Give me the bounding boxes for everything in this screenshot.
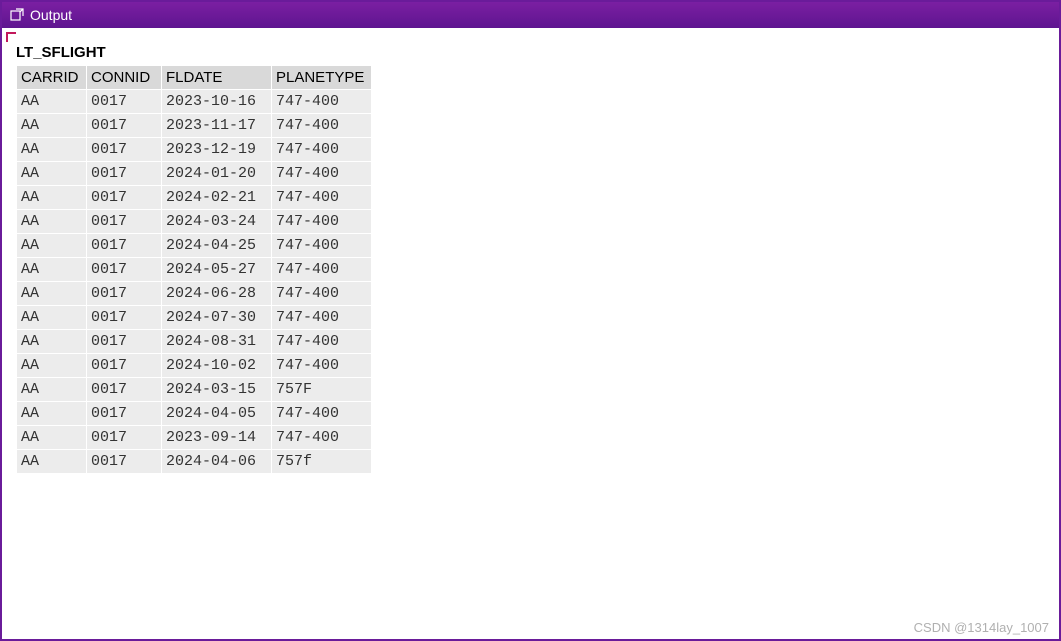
cell-carrid: AA (17, 306, 87, 330)
cell-carrid: AA (17, 450, 87, 474)
cell-fldate: 2024-02-21 (162, 186, 272, 210)
cell-carrid: AA (17, 138, 87, 162)
cell-carrid: AA (17, 90, 87, 114)
table-row[interactable]: AA00172024-02-21747-400 (17, 186, 372, 210)
cell-connid: 0017 (87, 378, 162, 402)
table-header-row: CARRID CONNID FLDATE PLANETYPE (17, 66, 372, 90)
table-row[interactable]: AA00172023-11-17747-400 (17, 114, 372, 138)
cell-connid: 0017 (87, 258, 162, 282)
cell-fldate: 2024-01-20 (162, 162, 272, 186)
cell-carrid: AA (17, 330, 87, 354)
cell-carrid: AA (17, 186, 87, 210)
cell-fldate: 2024-05-27 (162, 258, 272, 282)
cell-carrid: AA (17, 258, 87, 282)
cell-planetype: 747-400 (272, 234, 372, 258)
cell-fldate: 2024-03-24 (162, 210, 272, 234)
cell-planetype: 757f (272, 450, 372, 474)
cell-planetype: 747-400 (272, 354, 372, 378)
cell-carrid: AA (17, 162, 87, 186)
sflight-table: CARRID CONNID FLDATE PLANETYPE AA0017202… (16, 65, 372, 474)
cell-planetype: 747-400 (272, 402, 372, 426)
cell-connid: 0017 (87, 162, 162, 186)
window-title: Output (30, 7, 72, 23)
output-icon (10, 8, 24, 22)
cell-planetype: 747-400 (272, 90, 372, 114)
cell-connid: 0017 (87, 354, 162, 378)
table-row[interactable]: AA00172024-04-06757f (17, 450, 372, 474)
cell-carrid: AA (17, 354, 87, 378)
cell-connid: 0017 (87, 282, 162, 306)
table-row[interactable]: AA00172024-07-30747-400 (17, 306, 372, 330)
column-header-planetype[interactable]: PLANETYPE (272, 66, 372, 90)
output-window: Output LT_SFLIGHT CARRID CONNID FLDATE P… (0, 0, 1061, 641)
table-row[interactable]: AA00172024-03-24747-400 (17, 210, 372, 234)
column-header-carrid[interactable]: CARRID (17, 66, 87, 90)
cell-carrid: AA (17, 402, 87, 426)
cell-planetype: 747-400 (272, 306, 372, 330)
corner-mark-icon (6, 32, 16, 42)
table-row[interactable]: AA00172024-01-20747-400 (17, 162, 372, 186)
cell-connid: 0017 (87, 330, 162, 354)
content-area: LT_SFLIGHT CARRID CONNID FLDATE PLANETYP… (2, 28, 1059, 639)
cell-connid: 0017 (87, 186, 162, 210)
table-row[interactable]: AA00172023-10-16747-400 (17, 90, 372, 114)
cell-connid: 0017 (87, 114, 162, 138)
cell-fldate: 2024-03-15 (162, 378, 272, 402)
cell-connid: 0017 (87, 234, 162, 258)
table-row[interactable]: AA00172024-04-05747-400 (17, 402, 372, 426)
cell-carrid: AA (17, 114, 87, 138)
cell-planetype: 747-400 (272, 426, 372, 450)
watermark-text: CSDN @1314lay_1007 (914, 620, 1049, 635)
cell-fldate: 2024-10-02 (162, 354, 272, 378)
table-row[interactable]: AA00172024-08-31747-400 (17, 330, 372, 354)
column-header-fldate[interactable]: FLDATE (162, 66, 272, 90)
cell-connid: 0017 (87, 90, 162, 114)
cell-connid: 0017 (87, 426, 162, 450)
table-row[interactable]: AA00172024-03-15757F (17, 378, 372, 402)
cell-fldate: 2024-06-28 (162, 282, 272, 306)
table-row[interactable]: AA00172024-06-28747-400 (17, 282, 372, 306)
cell-fldate: 2023-09-14 (162, 426, 272, 450)
cell-carrid: AA (17, 210, 87, 234)
cell-connid: 0017 (87, 402, 162, 426)
cell-fldate: 2023-11-17 (162, 114, 272, 138)
cell-fldate: 2024-08-31 (162, 330, 272, 354)
table-row[interactable]: AA00172024-10-02747-400 (17, 354, 372, 378)
cell-fldate: 2024-04-05 (162, 402, 272, 426)
cell-connid: 0017 (87, 306, 162, 330)
cell-connid: 0017 (87, 138, 162, 162)
cell-planetype: 757F (272, 378, 372, 402)
cell-planetype: 747-400 (272, 162, 372, 186)
cell-fldate: 2024-07-30 (162, 306, 272, 330)
titlebar: Output (2, 2, 1059, 28)
cell-planetype: 747-400 (272, 282, 372, 306)
cell-fldate: 2024-04-25 (162, 234, 272, 258)
cell-carrid: AA (17, 426, 87, 450)
cell-planetype: 747-400 (272, 210, 372, 234)
cell-fldate: 2023-12-19 (162, 138, 272, 162)
cell-connid: 0017 (87, 450, 162, 474)
cell-planetype: 747-400 (272, 330, 372, 354)
table-row[interactable]: AA00172024-05-27747-400 (17, 258, 372, 282)
cell-fldate: 2023-10-16 (162, 90, 272, 114)
cell-connid: 0017 (87, 210, 162, 234)
column-header-connid[interactable]: CONNID (87, 66, 162, 90)
table-row[interactable]: AA00172023-12-19747-400 (17, 138, 372, 162)
table-row[interactable]: AA00172024-04-25747-400 (17, 234, 372, 258)
cell-carrid: AA (17, 234, 87, 258)
table-name-label: LT_SFLIGHT (16, 44, 1051, 61)
cell-fldate: 2024-04-06 (162, 450, 272, 474)
table-row[interactable]: AA00172023-09-14747-400 (17, 426, 372, 450)
cell-carrid: AA (17, 378, 87, 402)
cell-carrid: AA (17, 282, 87, 306)
cell-planetype: 747-400 (272, 114, 372, 138)
cell-planetype: 747-400 (272, 138, 372, 162)
cell-planetype: 747-400 (272, 258, 372, 282)
cell-planetype: 747-400 (272, 186, 372, 210)
